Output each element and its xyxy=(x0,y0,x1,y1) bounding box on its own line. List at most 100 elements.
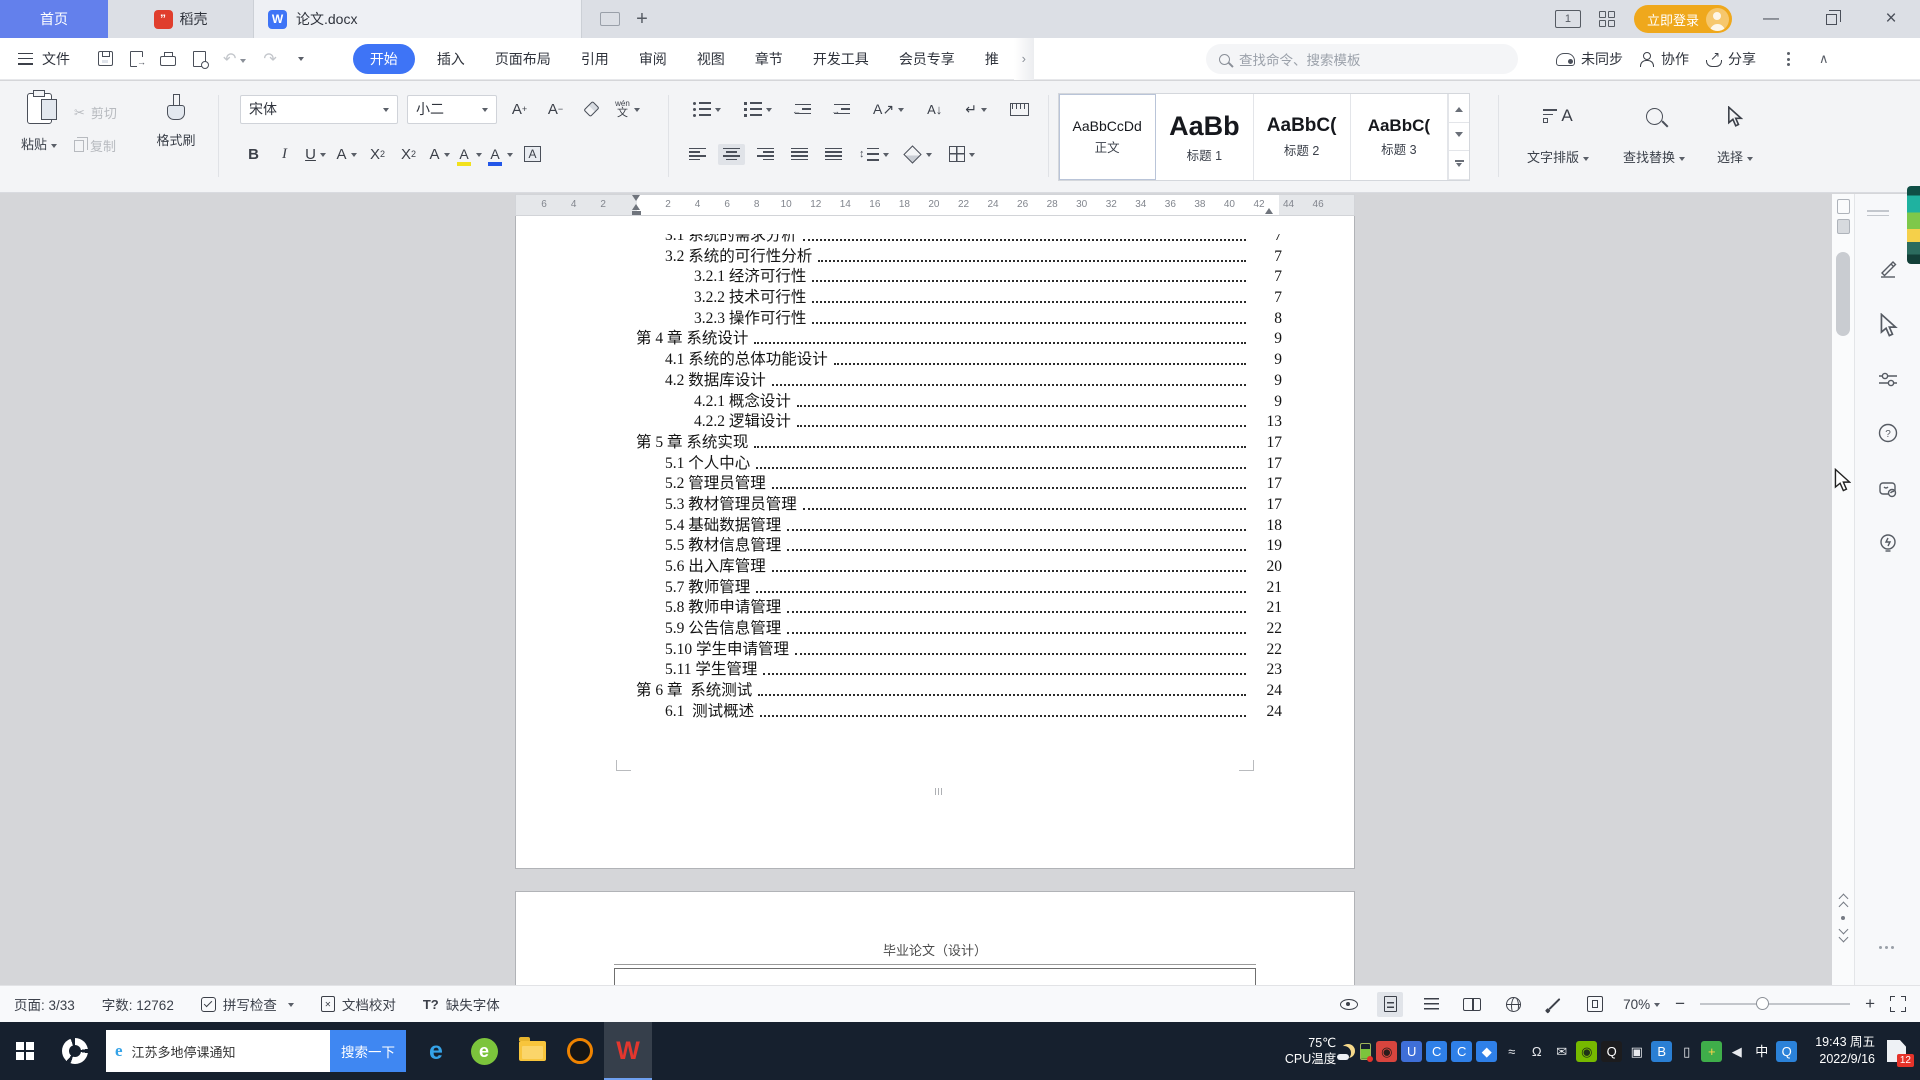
taskbar-search-box[interactable]: e 江苏多地停课通知 搜索一下 xyxy=(106,1030,406,1072)
toc-entry[interactable]: 3.2.2 技术可行性 7 xyxy=(636,286,1282,307)
highlight-color-button[interactable]: A xyxy=(457,139,484,169)
screen-share-icon[interactable] xyxy=(600,12,620,26)
proofread-button[interactable]: ✕ 文档校对 xyxy=(320,994,396,1014)
minimize-button[interactable]: — xyxy=(1750,0,1792,38)
increase-font-button[interactable]: A + xyxy=(506,94,533,124)
taskbar-search-button[interactable]: 搜索一下 xyxy=(330,1030,406,1072)
driver-check-icon-2[interactable]: C xyxy=(1451,1040,1473,1062)
zoom-slider[interactable] xyxy=(1700,997,1851,1010)
toc-entry[interactable]: 第 5 章 系统实现 17 xyxy=(636,431,1282,452)
style-scroll-up-icon[interactable] xyxy=(1449,94,1469,123)
new-tab-button[interactable]: + xyxy=(620,0,664,38)
toc-entry[interactable]: 4.2 数据库设计 9 xyxy=(636,369,1282,390)
select-browse-object-icon[interactable] xyxy=(1841,916,1845,920)
horizontal-ruler[interactable]: 642 2 4 6 8 10 12 14 16 18 20 22 24 26 28 30 32 34 36 38 40… xyxy=(515,194,1355,216)
undo-icon[interactable]: ↶ xyxy=(223,49,247,69)
ribbon-tab-view[interactable]: 视图 xyxy=(682,38,740,80)
decrease-font-button[interactable]: A − xyxy=(542,94,569,124)
cut-button[interactable]: ✂ 剪切 xyxy=(74,103,117,122)
notification-bell-icon[interactable]: Ω xyxy=(1526,1041,1547,1062)
play-window-icon[interactable]: 1 xyxy=(1554,10,1581,28)
underline-button[interactable]: U xyxy=(302,139,329,169)
usb-drive-icon[interactable]: ▯ xyxy=(1676,1041,1697,1062)
sync-status[interactable]: 未同步 xyxy=(1556,49,1623,69)
toc-entry[interactable]: 5.5 教材信息管理 19 xyxy=(636,535,1282,556)
ribbon-tab-membership[interactable]: 会员专享 xyxy=(884,38,970,80)
ribbon-tab-home[interactable]: 开始 xyxy=(352,43,415,74)
toc-entry[interactable]: 5.10 学生申请管理 22 xyxy=(636,638,1282,659)
ribbon-tab-more[interactable]: 推 xyxy=(970,38,1014,80)
cat-app-icon[interactable] xyxy=(556,1022,604,1080)
justify-button[interactable] xyxy=(786,144,813,165)
zoom-slider-thumb[interactable] xyxy=(1756,997,1770,1010)
export-icon[interactable] xyxy=(130,50,146,67)
redo-icon[interactable]: ↷ xyxy=(263,49,276,69)
text-layout-button[interactable]: A 文字排版 xyxy=(1512,93,1604,166)
toc-entry[interactable]: 3.2.3 操作可行性 8 xyxy=(636,307,1282,328)
toc-entry[interactable]: 5.8 教师申请管理 21 xyxy=(636,597,1282,618)
tab-docer[interactable]: ” 稻壳 xyxy=(108,0,254,38)
eye-protection-button[interactable] xyxy=(1336,992,1362,1017)
next-page-icon[interactable] xyxy=(1838,932,1848,943)
save-icon[interactable] xyxy=(98,51,113,66)
feedback-icon[interactable] xyxy=(1875,476,1901,502)
borders-button[interactable] xyxy=(944,142,980,166)
word-count[interactable]: 字数: 12762 xyxy=(102,994,174,1014)
settings-sliders-icon[interactable] xyxy=(1875,366,1901,392)
more-options-icon[interactable] xyxy=(1787,52,1790,66)
toc-entry[interactable]: 5.1 个人中心 17 xyxy=(636,452,1282,473)
zoom-in-button[interactable]: + xyxy=(1865,994,1875,1014)
outline-view-button[interactable] xyxy=(1418,992,1444,1017)
ribbon-tab-overflow-chevron[interactable]: › xyxy=(1013,37,1034,80)
toc-entry[interactable]: 3.2.1 经济可行性 7 xyxy=(636,266,1282,287)
ribbon-tab-dev-tools[interactable]: 开发工具 xyxy=(798,38,884,80)
fit-page-button[interactable] xyxy=(1582,992,1608,1017)
paste-button[interactable]: 粘贴 xyxy=(16,90,62,153)
select-tool-icon[interactable] xyxy=(1875,312,1901,338)
increase-indent-button[interactable]: → xyxy=(829,100,855,119)
toc-entry[interactable]: 5.9 公告信息管理 22 xyxy=(636,617,1282,638)
italic-button[interactable]: I xyxy=(271,139,298,169)
fullscreen-button[interactable] xyxy=(1890,996,1906,1012)
browser-360-icon[interactable]: e xyxy=(460,1022,508,1080)
tab-ruler-button[interactable] xyxy=(1005,99,1034,120)
ink-button[interactable] xyxy=(1541,992,1567,1017)
decrease-indent-button[interactable]: ← xyxy=(790,100,816,119)
collapse-ribbon-icon[interactable]: ∧ xyxy=(1819,51,1829,67)
subscript-button[interactable]: X2 xyxy=(395,139,422,169)
health-shield-icon[interactable]: + xyxy=(1701,1040,1723,1062)
ribbon-tab-references[interactable]: 引用 xyxy=(566,38,624,80)
toc-entry[interactable]: 5.7 教师管理 21 xyxy=(636,576,1282,597)
toc-entry[interactable]: 5.2 管理员管理 17 xyxy=(636,473,1282,494)
toc-entry[interactable]: 第 6 章 系统测试 24 xyxy=(636,679,1282,700)
style-option[interactable]: AaBbCcDd 正文 xyxy=(1059,94,1157,180)
ime-icon[interactable]: 中 xyxy=(1751,1041,1772,1062)
nvidia-settings-icon[interactable]: ◉ xyxy=(1576,1040,1598,1062)
page-indicator[interactable]: 页面: 3/33 xyxy=(14,994,75,1014)
qq-icon[interactable]: Q xyxy=(1601,1040,1623,1062)
taskbar-clock[interactable]: 19:43 周五 2022/9/16 xyxy=(1815,1034,1875,1068)
copy-button[interactable]: 复制 xyxy=(74,136,117,155)
weather-moon-icon[interactable] xyxy=(1337,1044,1355,1060)
restore-button[interactable] xyxy=(1810,0,1852,38)
format-painter-button[interactable]: 格式刷 xyxy=(150,91,202,149)
align-center-button[interactable] xyxy=(718,143,745,165)
volume-icon[interactable]: ◀ xyxy=(1726,1041,1747,1062)
share-button[interactable]: 分享 xyxy=(1706,49,1756,69)
pinyin-guide-button[interactable]: wén 文 xyxy=(614,94,641,124)
style-option[interactable]: AaBb 标题 1 xyxy=(1156,94,1254,180)
previous-page-icon[interactable] xyxy=(1838,901,1848,912)
line-spacing-button[interactable]: ↕ xyxy=(854,144,894,165)
usb-tool-icon[interactable]: U xyxy=(1401,1040,1423,1062)
driver-check-icon[interactable]: C xyxy=(1426,1040,1448,1062)
login-button[interactable]: 立即登录 xyxy=(1633,5,1732,33)
right-indent-marker[interactable] xyxy=(1265,204,1273,214)
bullet-list-button[interactable] xyxy=(688,98,726,121)
font-size-select[interactable]: 小二 xyxy=(407,94,497,124)
spell-check-button[interactable]: 拼写检查 xyxy=(200,994,294,1014)
select-button[interactable]: 选择 xyxy=(1700,93,1770,166)
toc-entry[interactable]: 5.4 基础数据管理 18 xyxy=(636,514,1282,535)
tab-home[interactable]: 首页 xyxy=(0,0,108,38)
sidebar-more-icon[interactable] xyxy=(1879,946,1894,949)
numbered-list-button[interactable] xyxy=(739,98,777,121)
